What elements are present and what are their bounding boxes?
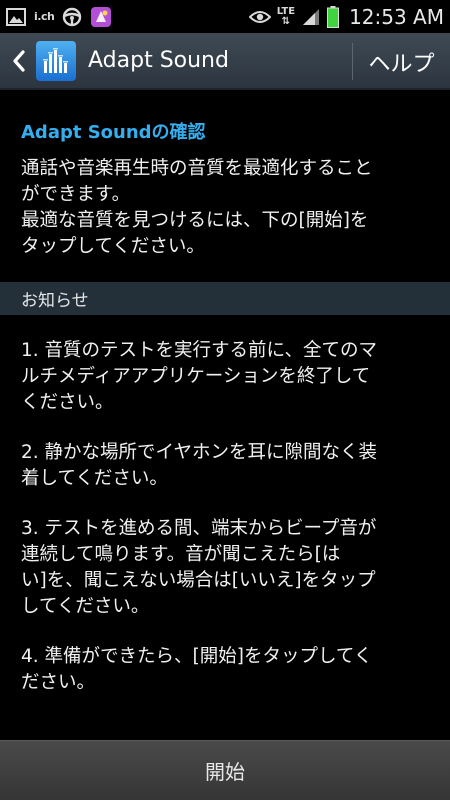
list-item: 3. テストを進める間、端末からビープ音が 連続して鳴ります。音が聞こえたら[は… [21, 516, 433, 620]
start-button-label: 開始 [205, 760, 245, 784]
intro-line: タップしてください。 [21, 236, 205, 257]
screen: i.ch LTE ⇅ 12:53 AM Adapt Sound ヘルプ Adap… [0, 0, 450, 800]
notice-line: ださい。 [21, 672, 96, 693]
notice-list: 1. 音質のテストを実行する前に、全てのマ ルチメディアアプリケーションを終了し… [21, 338, 433, 720]
notice-line: 連続して鳴ります。音が聞こえたら[は [21, 544, 341, 565]
notice-line: 着してください。 [21, 468, 168, 489]
ich-icon: i.ch [34, 10, 55, 23]
action-bar: Adapt Sound ヘルプ [0, 33, 450, 90]
intro-line: 最適な音質を見つけるには、下の[開始]を [21, 210, 369, 231]
app-icon [90, 6, 112, 28]
intro-line: 通話や音楽再生時の音質を最適化すること [21, 158, 373, 179]
page-title: Adapt Sound [88, 48, 229, 73]
status-bar-notifications: i.ch [6, 6, 112, 28]
notice-header-label: お知らせ [21, 291, 89, 311]
equalizer-icon[interactable] [36, 40, 76, 81]
list-item: 1. 音質のテストを実行する前に、全てのマ ルチメディアアプリケーションを終了し… [21, 338, 433, 416]
intro-line: ができます。 [21, 184, 131, 205]
notice-line: ルチメディアアプリケーションを終了して [21, 366, 371, 387]
list-item: 2. 静かな場所でイヤホンを耳に隙間なく装 着してください。 [21, 440, 433, 492]
signal-icon [301, 7, 321, 27]
eye-icon [248, 10, 271, 24]
lte-icon: LTE ⇅ [277, 6, 295, 27]
back-arrow-icon[interactable] [4, 32, 34, 89]
data-arrows-icon: ⇅ [281, 15, 291, 27]
notice-line: 1. 音質のテストを実行する前に、全てのマ [21, 340, 377, 361]
section-title: Adapt Soundの確認 [21, 122, 206, 143]
clock: 12:53 AM [349, 4, 444, 29]
notice-line: 2. 静かな場所でイヤホンを耳に隙間なく装 [21, 442, 377, 463]
battery-icon [327, 5, 340, 28]
notice-line: い]を、聞こえない場合は[いいえ]をタップ [21, 570, 376, 591]
status-bar-system: LTE ⇅ 12:53 AM [248, 4, 444, 29]
notice-line: 4. 準備ができたら、[開始]をタップしてく [21, 646, 373, 667]
list-item: 4. 準備ができたら、[開始]をタップしてく ださい。 [21, 644, 433, 696]
status-bar: i.ch LTE ⇅ 12:53 AM [0, 0, 450, 33]
intro-text: 通話や音楽再生時の音質を最適化すること ができます。 最適な音質を見つけるには、… [21, 156, 431, 260]
notice-line: ください。 [21, 392, 114, 413]
steering-wheel-icon [62, 7, 82, 27]
notice-line: 3. テストを進める間、端末からビープ音が [21, 518, 377, 539]
help-button[interactable]: ヘルプ [353, 33, 450, 90]
notice-line: してください。 [21, 596, 150, 617]
notice-header: お知らせ [0, 282, 450, 315]
start-button[interactable]: 開始 [0, 740, 450, 800]
gallery-icon [6, 7, 26, 26]
